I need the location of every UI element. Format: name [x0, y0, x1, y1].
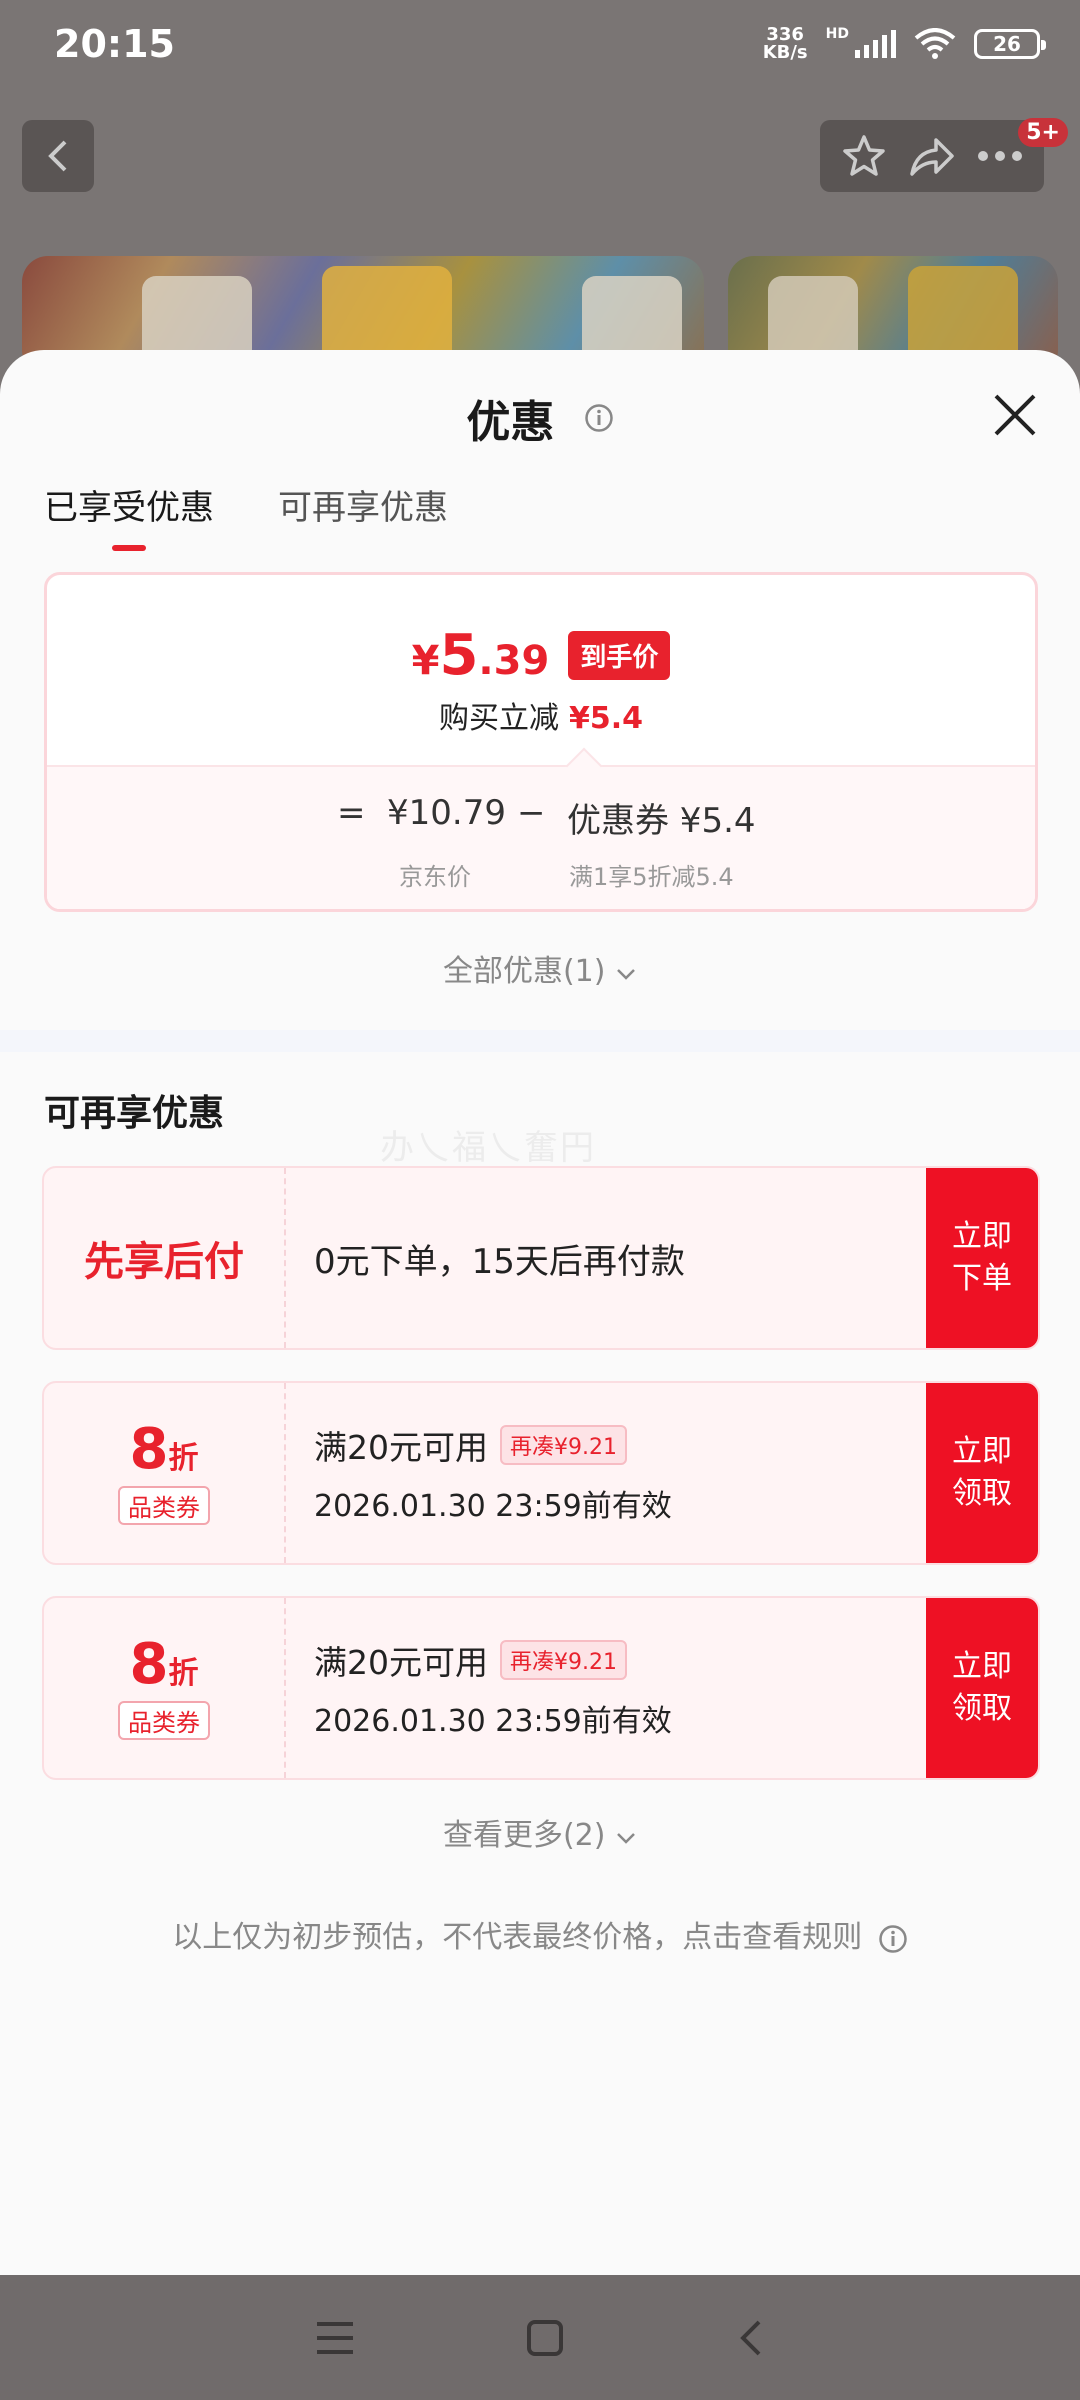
section-divider [0, 1030, 1080, 1052]
status-icons: 336 KB/s HD 26 [762, 24, 1046, 63]
coupon-label: 满1享5折减5.4 [569, 863, 734, 891]
back-nav-icon[interactable] [735, 2318, 765, 2358]
category-coupon-tag: 品类券 [118, 1485, 210, 1525]
network-speed: 336 KB/s [762, 24, 808, 63]
share-icon[interactable] [908, 134, 956, 178]
more-icon[interactable] [977, 150, 1023, 162]
discount-value: 8 [129, 1631, 169, 1697]
disclaimer-link[interactable]: 以上仅为初步预估，不代表最终价格，点击查看规则 [0, 1912, 1080, 1956]
offer-card-coupon: 8折 品类券 满20元可用 再凑¥9.21 2026.01.30 23:59前有效… [42, 1596, 1040, 1780]
see-more-toggle[interactable]: 查看更多(2) [0, 1810, 1080, 1854]
info-icon[interactable] [584, 403, 614, 433]
minus-sign: − [517, 793, 546, 833]
close-icon[interactable] [990, 390, 1040, 440]
battery-icon: 26 [974, 29, 1046, 59]
sheet-title: 优惠 [0, 386, 1080, 450]
top-actions [820, 120, 1044, 192]
signal-icon [855, 30, 896, 58]
section-title: 可再享优惠 [44, 1093, 225, 1134]
category-coupon-tag: 品类券 [118, 1700, 210, 1740]
coupon-condition: 满20元可用 [314, 1643, 488, 1682]
status-time: 20:15 [54, 22, 175, 66]
chevron-down-icon [617, 1833, 635, 1844]
discount-tabs: 已享受优惠 可再享优惠 [44, 480, 448, 551]
notification-badge: 5+ [1018, 118, 1068, 147]
discount-value: 8 [129, 1416, 169, 1482]
discount-sheet: 优惠 已享受优惠 可再享优惠 ¥5.39 到手价 购买立减 ¥5.4 = ¥10.… [0, 350, 1080, 2275]
coupon-condition: 满20元可用 [314, 1428, 488, 1467]
claim-coupon-button[interactable]: 立即领取 [926, 1598, 1038, 1778]
add-more-pill: 再凑¥9.21 [500, 1640, 627, 1680]
bnpl-description: 0元下单，15天后再付款 [314, 1241, 685, 1282]
tab-enjoyed[interactable]: 已享受优惠 [44, 480, 214, 551]
add-more-pill: 再凑¥9.21 [500, 1425, 627, 1465]
offer-card-coupon: 8折 品类券 满20元可用 再凑¥9.21 2026.01.30 23:59前有效… [42, 1381, 1040, 1565]
menu-icon[interactable] [315, 2320, 355, 2356]
jd-price: ¥10.79 [387, 793, 506, 833]
coupon-validity: 2026.01.30 23:59前有效 [314, 1704, 672, 1739]
coupon-validity: 2026.01.30 23:59前有效 [314, 1489, 672, 1524]
bnpl-label: 先享后付 [84, 1239, 244, 1285]
coupon-amount: 优惠券 ¥5.4 [567, 801, 756, 841]
all-discounts-toggle[interactable]: 全部优惠(1) [0, 946, 1080, 990]
offer-card-bnpl: 先享后付 0元下单，15天后再付款 立即下单 [42, 1166, 1040, 1350]
chevron-down-icon [617, 969, 635, 980]
hd-indicator: HD [825, 26, 849, 42]
instant-discount: 购买立减 ¥5.4 [438, 701, 644, 736]
final-price: ¥5.39 [411, 623, 550, 688]
jd-price-label: 京东价 [399, 863, 471, 891]
price-card: ¥5.39 到手价 购买立减 ¥5.4 = ¥10.79 − 优惠券 ¥5.4 京… [44, 572, 1038, 912]
final-price-tag: 到手价 [568, 631, 671, 680]
info-icon [879, 1924, 907, 1953]
status-bar: 20:15 336 KB/s HD 26 [0, 0, 1080, 90]
watermark: 办乀福乀奮円 [380, 1128, 596, 1168]
equals-sign: = [337, 793, 366, 833]
chevron-left-icon [48, 140, 67, 172]
tab-available[interactable]: 可再享优惠 [278, 480, 448, 551]
price-breakdown: = ¥10.79 − 优惠券 ¥5.4 京东价 满1享5折减5.4 [47, 747, 1035, 909]
order-now-button[interactable]: 立即下单 [926, 1168, 1038, 1348]
claim-coupon-button[interactable]: 立即领取 [926, 1383, 1038, 1563]
wifi-icon [914, 28, 956, 59]
system-nav-bar [0, 2275, 1080, 2400]
back-button[interactable] [22, 120, 94, 192]
star-icon[interactable] [841, 133, 887, 179]
home-icon[interactable] [525, 2318, 565, 2358]
